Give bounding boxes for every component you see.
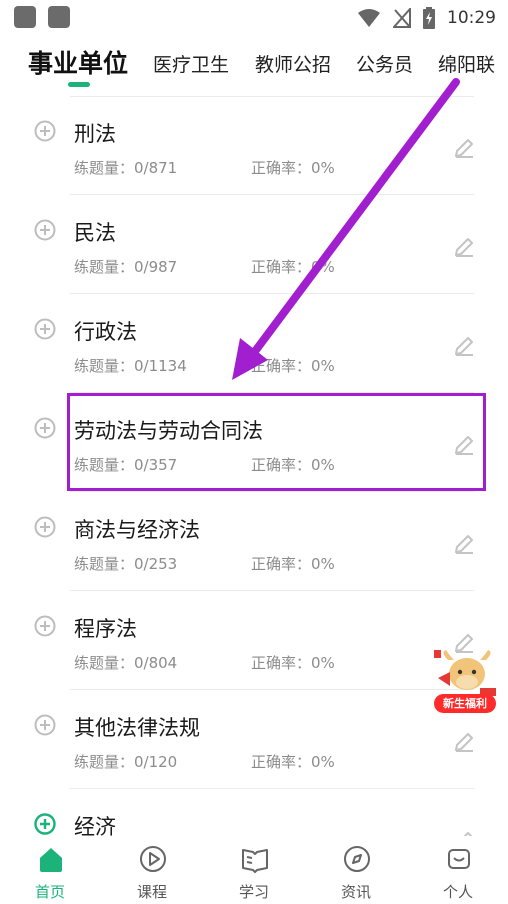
status-bar: 10:29 [0,0,508,36]
nav-news[interactable]: 资讯 [316,836,396,904]
tab-jiaoshi-gongzhao[interactable]: 教师公招 [255,50,331,77]
category-tabs: 事业单位 医疗卫生 教师公招 公务员 绵阳联 [0,36,508,96]
item-title: 经济 [74,815,116,836]
notification-icon [48,6,70,28]
practice-count: 练题量：0/804 [74,654,178,672]
add-circle-icon[interactable] [34,417,56,439]
practice-count: 练题量：0/1134 [74,357,187,375]
item-title: 行政法 [74,320,137,344]
practice-count: 练题量：0/987 [74,258,178,276]
book-icon [242,849,268,873]
list-item[interactable]: 民法 练题量：0/987 正确率：0% [0,195,508,294]
add-circle-icon[interactable] [34,219,56,241]
nav-label: 个人 [442,883,473,901]
list-item[interactable]: 行政法 练题量：0/1134 正确率：0% [0,294,508,393]
pencil-icon[interactable] [452,136,476,160]
item-title: 商法与经济法 [74,518,200,542]
promo-badge[interactable]: 新生福利 [430,648,500,718]
accuracy-rate: 正确率：0% [251,753,335,771]
battery-charging-icon [423,7,435,29]
accuracy-rate: 正确率：0% [251,555,335,573]
nav-study[interactable]: 学习 [214,836,294,904]
notification-icon [14,6,36,28]
tab-yiliao-weisheng[interactable]: 医疗卫生 [153,50,229,77]
accuracy-rate: 正确率：0% [251,357,335,375]
accuracy-rate: 正确率：0% [251,258,335,276]
tab-mianyang[interactable]: 绵阳联 [438,50,495,77]
pencil-icon[interactable] [452,829,476,836]
list-item[interactable]: 刑法 练题量：0/871 正确率：0% [0,96,508,195]
status-time: 10:29 [447,8,496,28]
pencil-icon[interactable] [452,730,476,754]
active-tab-indicator [68,82,90,87]
nav-label: 课程 [136,883,167,901]
bottom-nav: 首页 课程 学习 资讯 个人 [0,836,508,904]
home-icon [40,848,62,872]
no-signal-icon [393,8,411,28]
person-icon [448,849,470,869]
add-circle-icon[interactable] [34,516,56,538]
add-circle-icon[interactable] [34,120,56,142]
item-title: 程序法 [74,617,137,641]
play-circle-icon [140,846,166,872]
nav-courses[interactable]: 课程 [112,836,192,904]
list-item[interactable]: 经济 [0,789,508,836]
wifi-icon [358,9,380,27]
practice-count: 练题量：0/253 [74,555,178,573]
practice-count: 练题量：0/871 [74,159,178,177]
nav-label: 资讯 [340,883,371,901]
nav-profile[interactable]: 个人 [418,836,498,904]
item-title: 民法 [74,221,116,245]
accuracy-rate: 正确率：0% [251,654,335,672]
accuracy-rate: 正确率：0% [251,159,335,177]
pencil-icon[interactable] [452,532,476,556]
add-circle-icon[interactable] [34,615,56,637]
item-title: 刑法 [74,122,116,146]
pencil-icon[interactable] [452,235,476,259]
nav-home[interactable]: 首页 [10,836,90,904]
nav-label: 学习 [238,883,269,901]
highlight-box [67,393,486,491]
compass-icon [344,846,370,872]
practice-count: 练题量：0/120 [74,753,178,771]
nav-label: 首页 [34,883,65,901]
cow-mascot-icon [434,650,496,696]
add-circle-icon[interactable] [34,714,56,736]
pencil-icon[interactable] [452,334,476,358]
tab-shiye-danwei[interactable]: 事业单位 [28,44,128,80]
add-circle-icon[interactable] [34,813,56,835]
promo-label: 新生福利 [434,694,496,713]
tab-gongwuyuan[interactable]: 公务员 [356,50,413,77]
item-title: 其他法律法规 [74,716,200,740]
list-item[interactable]: 商法与经济法 练题量：0/253 正确率：0% [0,492,508,591]
add-circle-icon[interactable] [34,318,56,340]
